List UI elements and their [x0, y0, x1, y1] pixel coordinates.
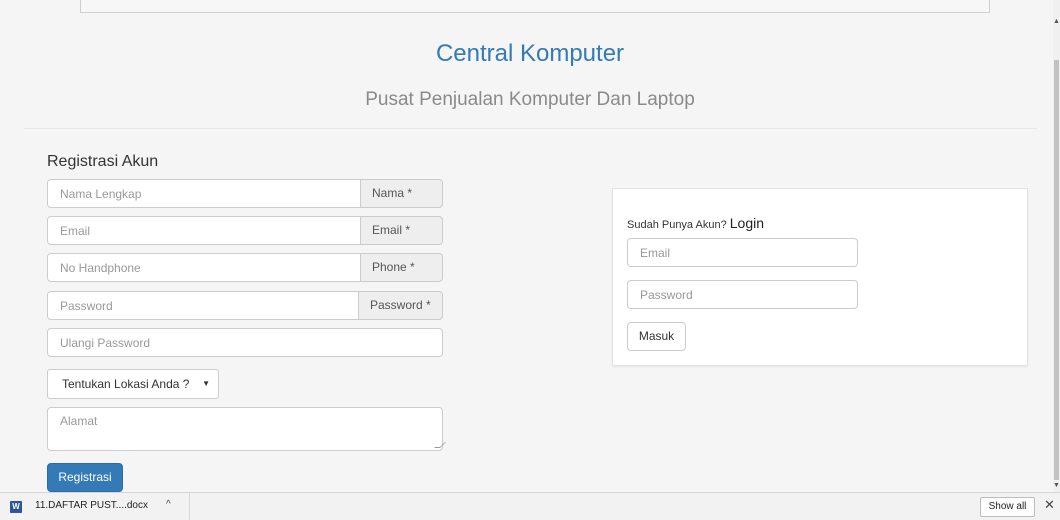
close-icon[interactable]: ✕ — [1044, 497, 1055, 513]
email-input-group: Email * — [47, 216, 443, 245]
password-input-group: Password * — [47, 291, 443, 320]
phone-addon: Phone * — [361, 253, 443, 282]
register-email-input[interactable] — [47, 216, 361, 245]
previous-element-edge — [80, 0, 990, 13]
dropdown-arrow-icon: ▼ — [202, 379, 210, 388]
phone-input[interactable] — [47, 253, 361, 282]
login-heading: Sudah Punya Akun? Login — [627, 215, 764, 231]
location-select-value: Tentukan Lokasi Anda ? — [62, 377, 190, 391]
download-file-name: 11.DAFTAR PUST....docx — [35, 500, 148, 511]
download-bar: W 11.DAFTAR PUST....docx ^ Show all ✕ — [0, 492, 1060, 520]
site-subtitle: Pusat Penjualan Komputer Dan Laptop — [365, 89, 695, 110]
page-scrollbar[interactable]: ▲ ▼ — [1053, 0, 1060, 492]
chevron-up-icon[interactable]: ^ — [166, 499, 171, 510]
download-item[interactable]: W 11.DAFTAR PUST....docx ^ — [0, 493, 190, 520]
email-addon: Email * — [361, 216, 443, 245]
site-title: Central Komputer — [435, 40, 625, 67]
word-doc-icon: W — [10, 501, 22, 513]
show-all-button[interactable]: Show all — [980, 497, 1035, 517]
login-prompt: Sudah Punya Akun? — [627, 219, 727, 231]
login-email-input[interactable] — [627, 238, 858, 267]
login-button[interactable]: Masuk — [627, 322, 686, 351]
password-addon: Password * — [359, 291, 443, 320]
address-textarea[interactable]: Alamat — [47, 407, 446, 451]
scroll-up-arrow-icon[interactable]: ▲ — [1053, 18, 1060, 26]
phone-input-group: Phone * — [47, 253, 443, 282]
register-password-input[interactable] — [47, 291, 359, 320]
repeat-password-input[interactable] — [47, 328, 443, 357]
resize-grip-icon[interactable] — [434, 442, 446, 448]
register-button[interactable]: Registrasi — [47, 463, 123, 492]
full-name-input-group: Nama * — [47, 179, 443, 208]
scrollbar-thumb[interactable] — [1054, 60, 1059, 480]
address-placeholder: Alamat — [60, 414, 98, 428]
login-password-input[interactable] — [627, 280, 858, 309]
login-panel: Sudah Punya Akun? Login Masuk — [612, 188, 1028, 366]
registration-heading: Registrasi Akun — [47, 153, 159, 170]
header-divider — [24, 128, 1037, 129]
full-name-addon: Nama * — [361, 179, 443, 208]
login-title: Login — [729, 215, 765, 231]
browser-top-area — [0, 0, 1060, 13]
full-name-input[interactable] — [47, 179, 361, 208]
location-select[interactable]: Tentukan Lokasi Anda ? ▼ — [47, 369, 219, 399]
scroll-down-arrow-icon[interactable]: ▼ — [1053, 482, 1060, 490]
